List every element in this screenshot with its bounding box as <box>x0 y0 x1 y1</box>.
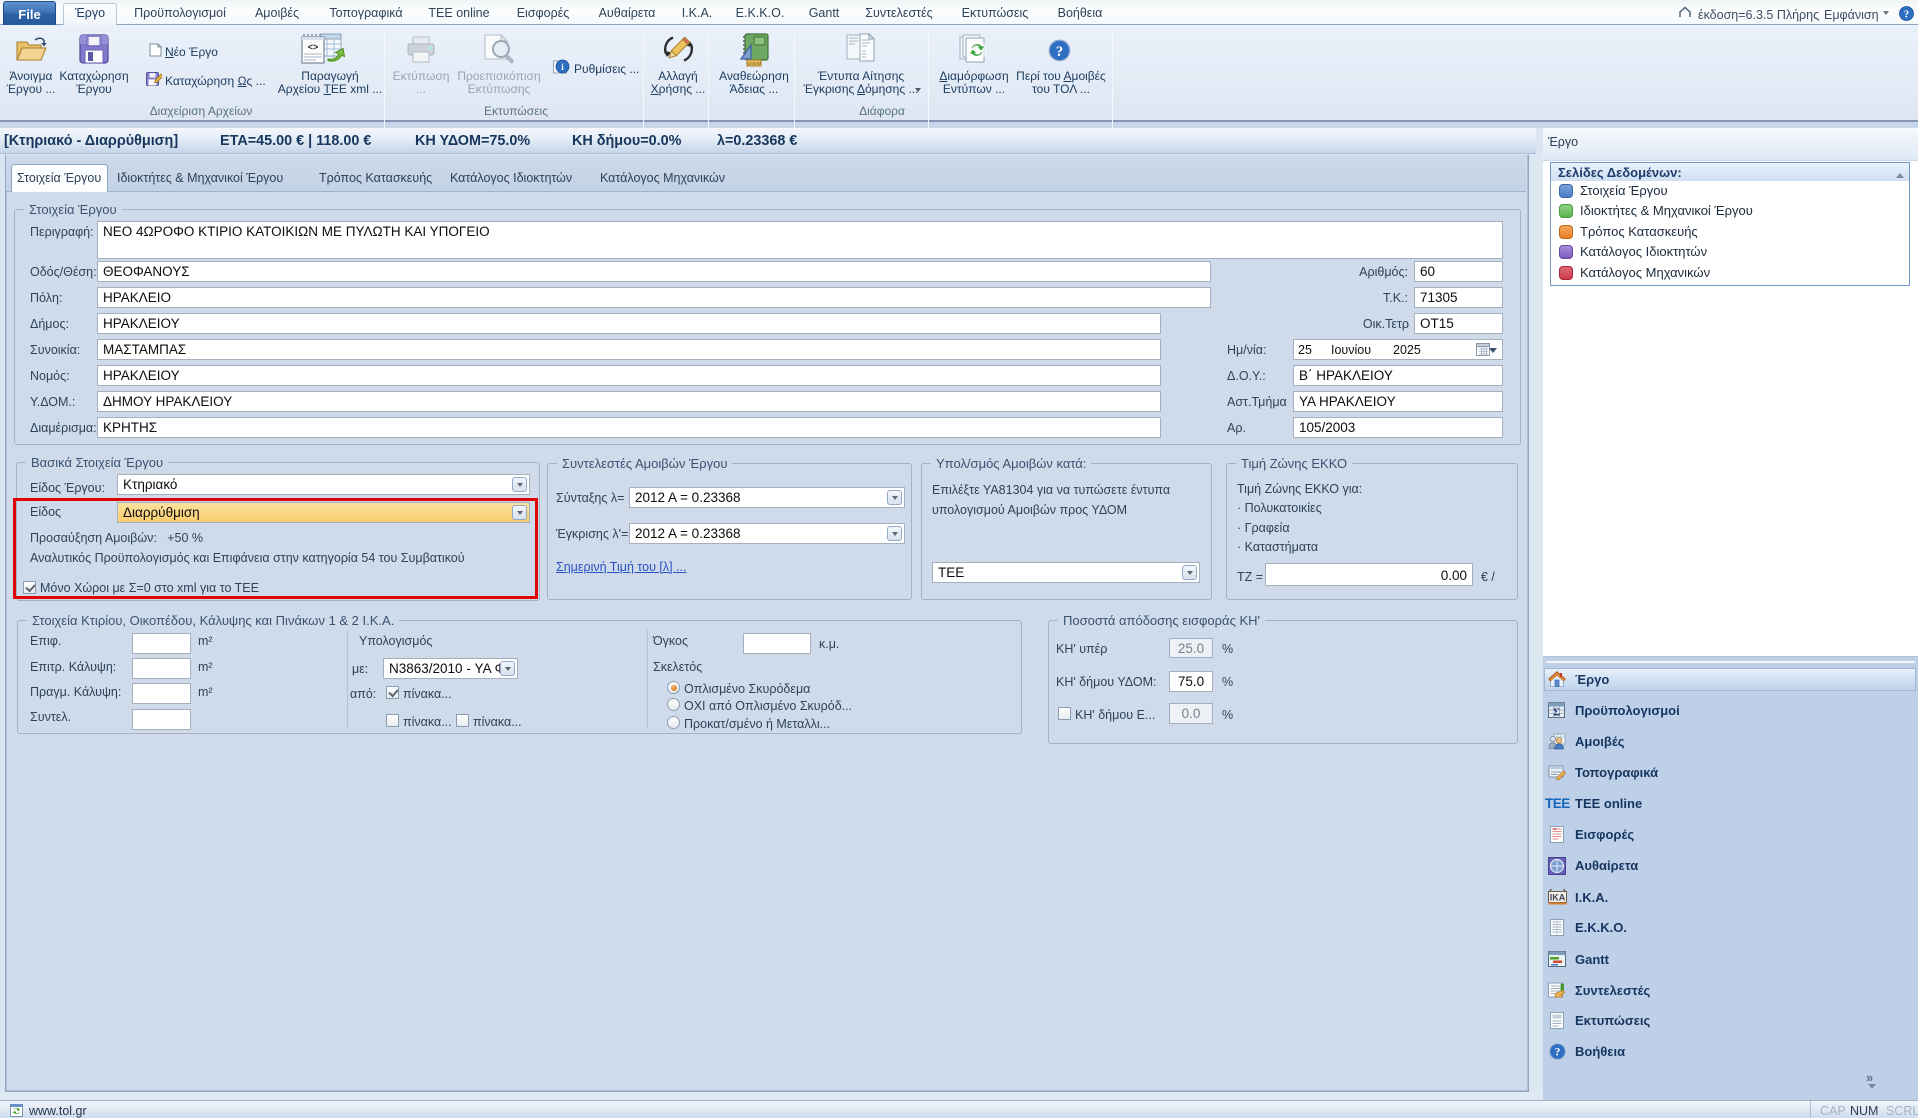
svg-text:<>: <> <box>308 43 319 53</box>
svg-text:Σ: Σ <box>1553 707 1560 719</box>
svg-text:IKA: IKA <box>1550 893 1566 903</box>
svg-text:?: ? <box>1555 1047 1561 1059</box>
svg-text:?: ? <box>1904 9 1909 20</box>
svg-text:?: ? <box>1056 44 1064 60</box>
svg-text:MMMM: MMMM <box>747 61 762 66</box>
